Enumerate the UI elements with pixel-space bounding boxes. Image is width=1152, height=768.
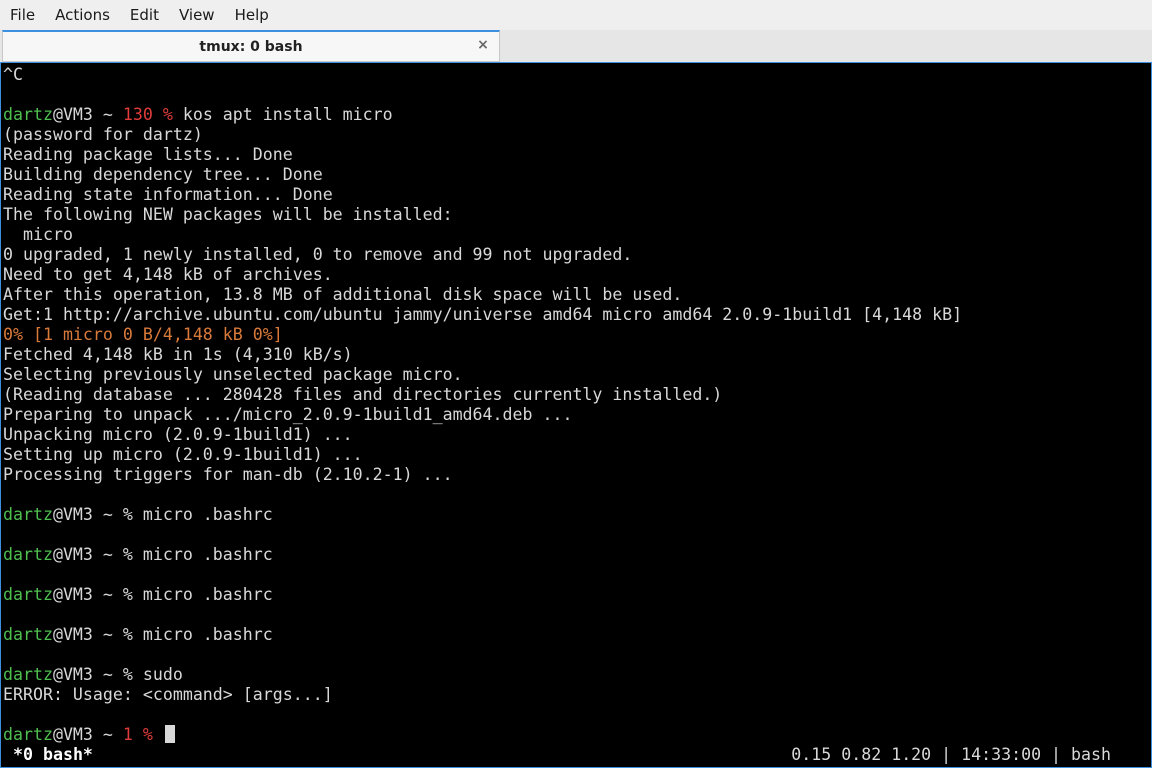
terminal-text: (password for dartz) bbox=[3, 125, 203, 144]
terminal-text: Reading package lists... Done bbox=[3, 145, 293, 164]
prompt-user: dartz bbox=[3, 545, 53, 564]
terminal-text: @VM3 ~ % micro .bashrc bbox=[52, 505, 273, 524]
terminal-line: dartz@VM3 ~ % micro .bashrc bbox=[3, 625, 1149, 645]
terminal-line: Building dependency tree... Done bbox=[3, 165, 1149, 185]
terminal-line: dartz@VM3 ~ % micro .bashrc bbox=[3, 505, 1149, 525]
terminal-line: ERROR: Usage: <command> [args...] bbox=[3, 685, 1149, 705]
prompt-user: dartz bbox=[3, 105, 53, 124]
terminal-line: Get:1 http://archive.ubuntu.com/ubuntu j… bbox=[3, 305, 1149, 325]
terminal-text: Setting up micro (2.0.9-1build1) ... bbox=[3, 445, 363, 464]
terminal-line: dartz@VM3 ~ % micro .bashrc bbox=[3, 585, 1149, 605]
terminal-line: Need to get 4,148 kB of archives. bbox=[3, 265, 1149, 285]
terminal-text: @VM3 ~ bbox=[52, 725, 123, 744]
terminal-output: ^C dartz@VM3 ~ 130 % kos apt install micr… bbox=[3, 65, 1149, 745]
terminal-line: Preparing to unpack .../micro_2.0.9-1bui… bbox=[3, 405, 1149, 425]
terminal-line: dartz@VM3 ~ 130 % kos apt install micro bbox=[3, 105, 1149, 125]
terminal-text: @VM3 ~ bbox=[52, 105, 123, 124]
prompt-exit-status: 130 % bbox=[122, 105, 173, 124]
prompt-user: dartz bbox=[3, 625, 53, 644]
terminal-text: Reading state information... Done bbox=[3, 185, 333, 204]
terminal-text: Processing triggers for man-db (2.10.2-1… bbox=[3, 465, 453, 484]
tmux-status-bar: *0 bash* 0.15 0.82 1.20 | 14:33:00 | bas… bbox=[1, 745, 1151, 765]
terminal-line: Reading package lists... Done bbox=[3, 145, 1149, 165]
menu-edit[interactable]: Edit bbox=[120, 0, 169, 30]
terminal-line: Reading state information... Done bbox=[3, 185, 1149, 205]
close-icon[interactable]: × bbox=[475, 37, 491, 53]
terminal-line: 0% [1 micro 0 B/4,148 kB 0%] bbox=[3, 325, 1149, 345]
terminal-text: ERROR: Usage: <command> [args...] bbox=[3, 685, 333, 704]
terminal-line: 0 upgraded, 1 newly installed, 0 to remo… bbox=[3, 245, 1149, 265]
terminal-line: (password for dartz) bbox=[3, 125, 1149, 145]
terminal-line: Fetched 4,148 kB in 1s (4,310 kB/s) bbox=[3, 345, 1149, 365]
terminal-line: micro bbox=[3, 225, 1149, 245]
terminal-line: Selecting previously unselected package … bbox=[3, 365, 1149, 385]
terminal-text: Need to get 4,148 kB of archives. bbox=[3, 265, 333, 284]
progress-text: 0% [1 micro 0 B/4,148 kB 0%] bbox=[3, 325, 283, 344]
terminal-line: After this operation, 13.8 MB of additio… bbox=[3, 285, 1149, 305]
terminal-text: @VM3 ~ % micro .bashrc bbox=[52, 625, 273, 644]
menu-file[interactable]: File bbox=[0, 0, 45, 30]
terminal-text: After this operation, 13.8 MB of additio… bbox=[3, 285, 683, 304]
prompt-user: dartz bbox=[3, 585, 53, 604]
tab-tmux[interactable]: tmux: 0 bash × bbox=[2, 30, 500, 62]
prompt-user: dartz bbox=[3, 665, 53, 684]
terminal-text: @VM3 ~ % micro .bashrc bbox=[52, 545, 273, 564]
terminal-text: ^C bbox=[3, 65, 23, 84]
menu-help[interactable]: Help bbox=[225, 0, 279, 30]
terminal-text: Selecting previously unselected package … bbox=[3, 365, 463, 384]
menu-bar: File Actions Edit View Help bbox=[0, 0, 1152, 30]
text-cursor bbox=[164, 725, 175, 743]
terminal-text: Get:1 http://archive.ubuntu.com/ubuntu j… bbox=[3, 305, 963, 324]
terminal-text: Fetched 4,148 kB in 1s (4,310 kB/s) bbox=[3, 345, 353, 364]
terminal-line: dartz@VM3 ~ % sudo bbox=[3, 665, 1149, 685]
terminal-text: (Reading database ... 280428 files and d… bbox=[3, 385, 723, 404]
terminal-line: Unpacking micro (2.0.9-1build1) ... bbox=[3, 425, 1149, 445]
terminal-text: 0 upgraded, 1 newly installed, 0 to remo… bbox=[3, 245, 633, 264]
terminal-line: Processing triggers for man-db (2.10.2-1… bbox=[3, 465, 1149, 485]
terminal-line: dartz@VM3 ~ % micro .bashrc bbox=[3, 545, 1149, 565]
terminal-text: Unpacking micro (2.0.9-1build1) ... bbox=[3, 425, 353, 444]
tab-bar: tmux: 0 bash × bbox=[0, 30, 1152, 62]
terminal-line: ^C bbox=[3, 65, 1149, 85]
terminal-line: Setting up micro (2.0.9-1build1) ... bbox=[3, 445, 1149, 465]
terminal-text: kos apt install micro bbox=[172, 105, 393, 124]
terminal-text: micro bbox=[3, 225, 73, 244]
terminal-line: The following NEW packages will be insta… bbox=[3, 205, 1149, 225]
terminal-text: @VM3 ~ % sudo bbox=[52, 665, 183, 684]
terminal-line: dartz@VM3 ~ 1 % bbox=[3, 725, 1149, 745]
terminal-view[interactable]: ^C dartz@VM3 ~ 130 % kos apt install micr… bbox=[0, 62, 1152, 768]
prompt-exit-status: 1 % bbox=[122, 725, 153, 744]
terminal-text: Preparing to unpack .../micro_2.0.9-1bui… bbox=[3, 405, 573, 424]
terminal-text: The following NEW packages will be insta… bbox=[3, 205, 453, 224]
tmux-status-right: 0.15 0.82 1.20 | 14:33:00 | bash bbox=[791, 745, 1111, 764]
menu-view[interactable]: View bbox=[169, 0, 225, 30]
terminal-text: @VM3 ~ % micro .bashrc bbox=[52, 585, 273, 604]
menu-actions[interactable]: Actions bbox=[45, 0, 120, 30]
prompt-user: dartz bbox=[3, 505, 53, 524]
prompt-user: dartz bbox=[3, 725, 53, 744]
terminal-line: (Reading database ... 280428 files and d… bbox=[3, 385, 1149, 405]
tmux-window-list: *0 bash* bbox=[13, 745, 93, 764]
tab-title: tmux: 0 bash bbox=[199, 38, 303, 55]
terminal-text: Building dependency tree... Done bbox=[3, 165, 323, 184]
